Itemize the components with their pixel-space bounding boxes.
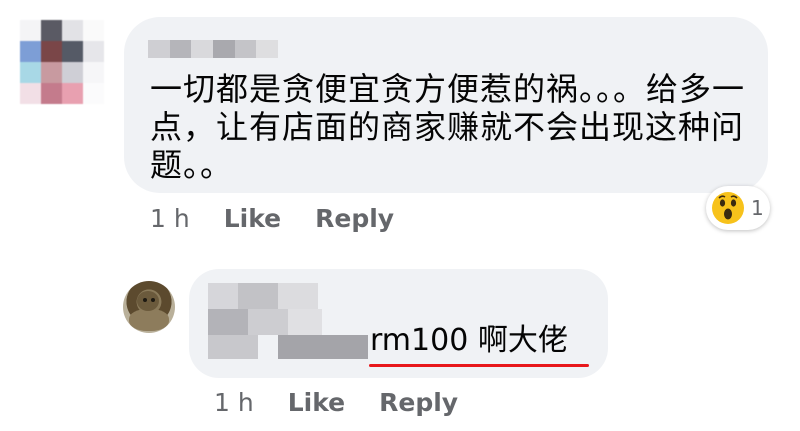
reply-reply-button[interactable]: Reply (379, 388, 458, 417)
replier-name-pixelated[interactable] (208, 283, 368, 361)
reply-like-button[interactable]: Like (288, 388, 345, 417)
reply-timestamp[interactable]: 1 h (214, 388, 254, 417)
highlight-underline (369, 364, 589, 367)
comment-timestamp[interactable]: 1 h (150, 204, 190, 233)
reaction-badge[interactable]: 1 (706, 186, 770, 230)
reaction-count: 1 (751, 196, 764, 220)
comment-text: 一切都是贪便宜贪方便惹的祸。。。给多一点，让有店面的商家赚就不会出现这种问题。。 (150, 70, 746, 184)
reply-text: rm100 啊大佬 (370, 323, 568, 358)
commenter-avatar-pixelated[interactable] (20, 20, 104, 104)
comment-actions: 1 h Like Reply (150, 204, 428, 233)
reply-button[interactable]: Reply (315, 204, 394, 233)
replier-avatar[interactable] (123, 281, 175, 333)
commenter-name-pixelated[interactable] (148, 40, 279, 58)
like-button[interactable]: Like (224, 204, 281, 233)
wow-emoji-icon (712, 192, 744, 224)
reply-actions: 1 h Like Reply (214, 388, 492, 417)
